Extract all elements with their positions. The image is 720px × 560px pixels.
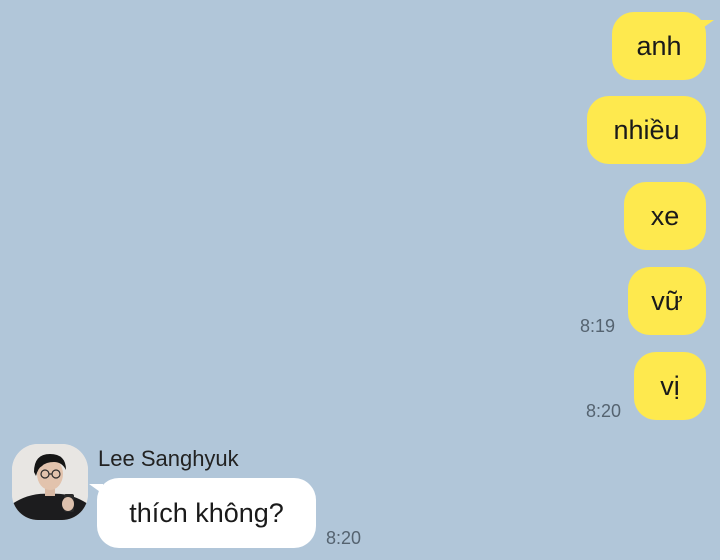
message-text: vị xyxy=(660,370,680,401)
outgoing-message-bubble[interactable]: nhiều xyxy=(587,96,706,164)
message-text: anh xyxy=(636,30,682,61)
message-text: thích không? xyxy=(129,497,284,528)
outgoing-message-bubble[interactable]: vữ xyxy=(628,267,706,335)
outgoing-message-bubble[interactable]: xe xyxy=(624,182,706,250)
profile-photo-icon xyxy=(12,444,88,520)
outgoing-message-bubble[interactable]: anh xyxy=(612,12,714,80)
incoming-message-bubble[interactable]: thích không? xyxy=(89,478,316,548)
message-text: vữ xyxy=(651,285,683,316)
chat-thread[interactable]: anh nhiều xe vữ 8:19 vị 8:20 Lee Sanghyu… xyxy=(0,0,720,560)
message-timestamp: 8:20 xyxy=(586,401,622,421)
message-text: nhiều xyxy=(613,114,680,145)
sender-avatar[interactable] xyxy=(12,444,88,520)
message-timestamp: 8:20 xyxy=(326,528,362,548)
message-text: xe xyxy=(650,200,680,231)
message-timestamp: 8:19 xyxy=(580,316,616,336)
sender-name: Lee Sanghyuk xyxy=(98,446,239,471)
outgoing-message-bubble[interactable]: vị xyxy=(634,352,706,420)
